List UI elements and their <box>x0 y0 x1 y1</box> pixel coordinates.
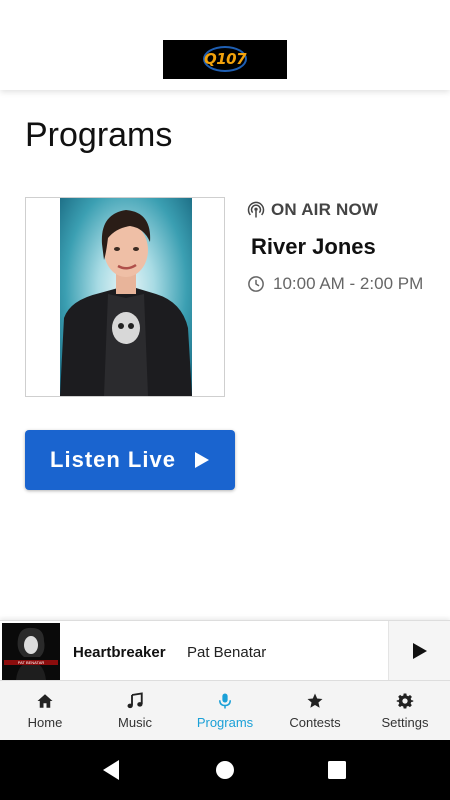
recents-square-icon <box>328 761 346 779</box>
home-icon <box>37 694 53 708</box>
nav-home-button[interactable] <box>195 740 255 800</box>
page-title: Programs <box>25 116 173 154</box>
play-icon <box>413 643 427 659</box>
broadcast-icon <box>247 201 265 218</box>
listen-live-button[interactable]: Listen Live <box>25 430 235 490</box>
host-name: River Jones <box>251 234 376 259</box>
app-header: Q107 <box>0 0 450 90</box>
gear-icon <box>396 693 414 709</box>
program-time: 10:00 AM - 2:00 PM <box>273 274 424 293</box>
host-photo-illustration <box>60 210 192 396</box>
tab-music-label: Music <box>118 715 152 730</box>
tab-programs[interactable]: Programs <box>180 681 270 741</box>
tab-contests-label: Contests <box>289 715 341 730</box>
album-art: PAT BENATAR <box>2 623 60 680</box>
on-air-row: ON AIR NOW <box>247 200 378 220</box>
bottom-tab-bar: Home Music Programs Contests Settings <box>0 680 450 741</box>
now-playing-bar[interactable]: PAT BENATAR Heartbreaker Pat Benatar <box>0 620 450 681</box>
tab-settings[interactable]: Settings <box>360 681 450 741</box>
tab-music[interactable]: Music <box>90 681 180 741</box>
tab-home-label: Home <box>27 715 63 730</box>
microphone-icon <box>219 693 231 709</box>
listen-live-label: Listen Live <box>50 447 176 472</box>
tab-programs-label: Programs <box>196 715 254 730</box>
logo-text: Q107 <box>203 50 247 68</box>
tab-home[interactable]: Home <box>0 681 90 741</box>
album-art-image: PAT BENATAR <box>2 623 60 680</box>
nav-back-button[interactable] <box>81 740 141 800</box>
host-photo <box>60 198 192 396</box>
mini-player-play-button[interactable] <box>388 621 450 681</box>
on-air-label: ON AIR NOW <box>271 200 379 219</box>
program-time-row: 10:00 AM - 2:00 PM <box>247 274 423 294</box>
nav-recents-button[interactable] <box>307 740 367 800</box>
tab-settings-label: Settings <box>381 715 429 730</box>
station-logo: Q107 <box>163 40 287 79</box>
track-artist: Pat Benatar <box>187 644 267 661</box>
back-triangle-icon <box>103 760 119 780</box>
tab-contests[interactable]: Contests <box>270 681 360 741</box>
clock-icon <box>248 276 264 292</box>
track-title: Heartbreaker <box>73 644 166 661</box>
home-circle-icon <box>216 761 234 779</box>
system-navigation-bar <box>0 740 450 800</box>
album-art-text: PAT BENATAR <box>18 660 45 665</box>
star-icon <box>307 693 323 708</box>
play-icon <box>194 452 209 468</box>
music-note-icon <box>127 692 143 709</box>
host-photo-frame <box>25 197 225 397</box>
